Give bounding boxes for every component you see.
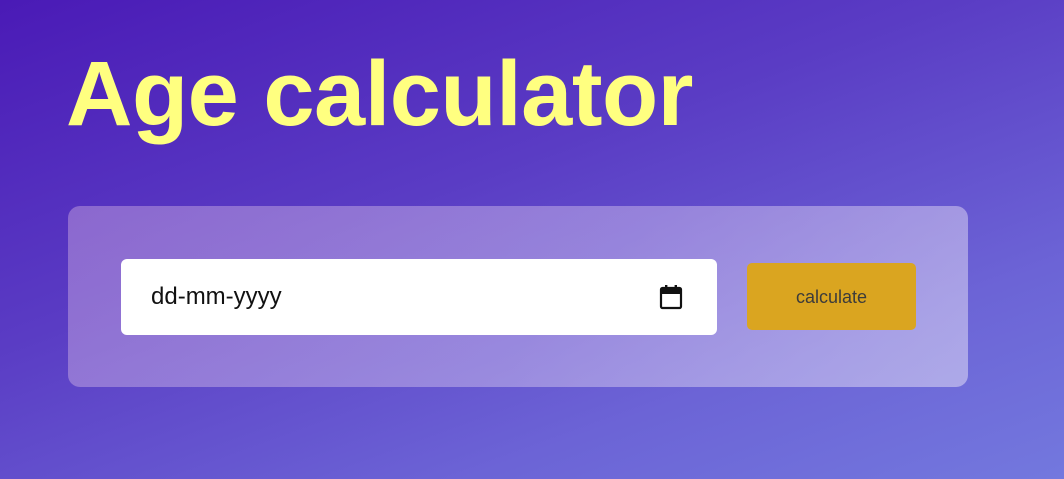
calculator-panel: dd-mm-yyyy calculate — [68, 206, 968, 387]
date-input-placeholder: dd-mm-yyyy — [151, 283, 282, 310]
calendar-icon[interactable] — [659, 284, 683, 310]
calculate-button[interactable]: calculate — [747, 263, 916, 330]
date-input[interactable]: dd-mm-yyyy — [121, 259, 717, 335]
page-title: Age calculator — [66, 43, 693, 145]
